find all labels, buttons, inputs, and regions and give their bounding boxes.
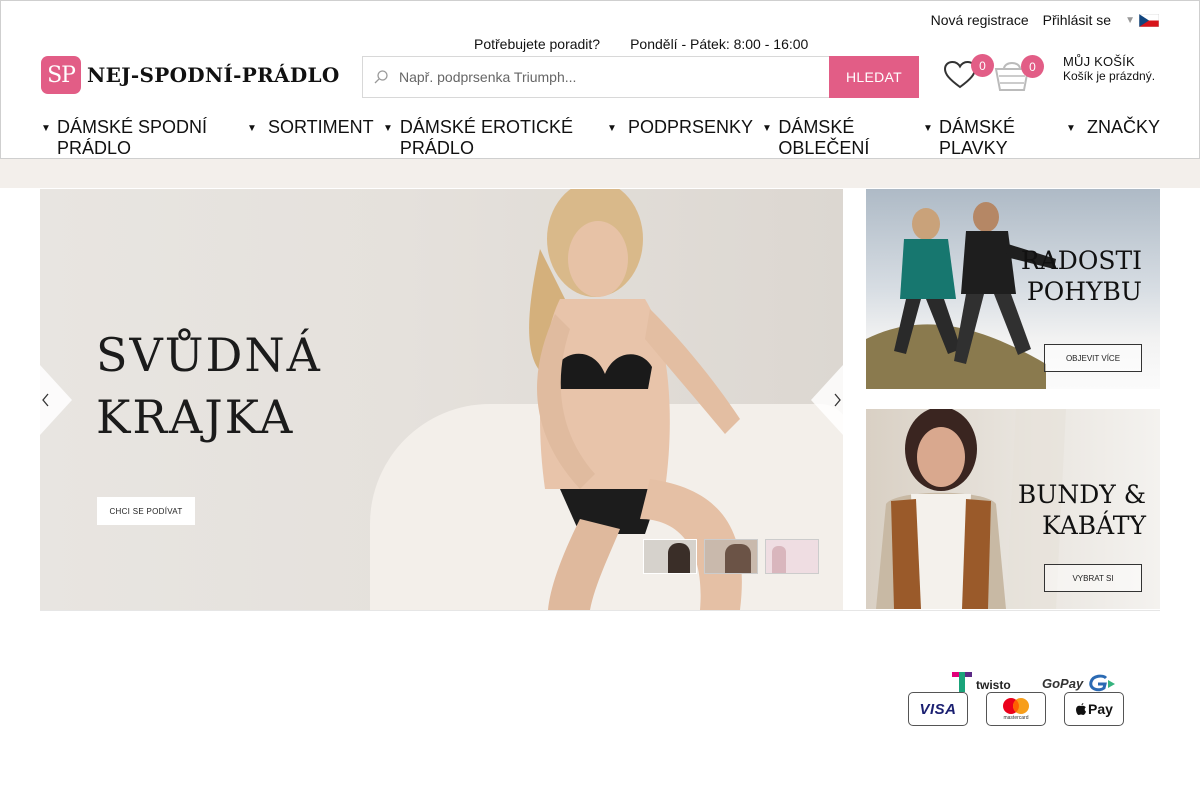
chevron-down-icon: ▼ <box>607 123 617 134</box>
nav-item-damske-obleceni[interactable]: ▼ DÁMSKÉ OBLEČENÍ <box>762 117 912 159</box>
nav-label: ZNAČKY <box>1087 117 1161 137</box>
search-button[interactable]: HLEDAT <box>829 56 919 98</box>
cart-status: Košík je prázdný. <box>1063 69 1156 83</box>
content-divider <box>40 610 1160 611</box>
chevron-right-icon <box>811 365 843 435</box>
search-bar: HLEDAT <box>362 56 919 98</box>
slider-prev-button[interactable] <box>40 365 72 435</box>
top-links: Nová registrace Přihlásit se ▼ <box>917 12 1159 28</box>
twisto-logo: twisto <box>952 672 1011 692</box>
hero-title-line1: SVŮDNÁ <box>96 328 322 382</box>
twisto-icon <box>952 672 972 692</box>
promo-banner-sport[interactable]: RADOSTI POHYBU OBJEVIT VÍCE <box>866 189 1160 389</box>
payment-methods: twisto GoPay VISA mastercard Pay <box>905 670 1130 730</box>
site-header: Nová registrace Přihlásit se ▼ Potřebuje… <box>0 0 1200 159</box>
hero-cta-button[interactable]: CHCI SE PODÍVAT <box>97 497 195 525</box>
gopay-g-icon <box>1089 674 1116 692</box>
wishlist-button[interactable]: 0 <box>943 54 994 91</box>
promo-banner-jackets[interactable]: BUNDY & KABÁTY VYBRAT SI <box>866 409 1160 609</box>
promo-title: RADOSTI POHYBU <box>1021 245 1142 307</box>
nav-label: DÁMSKÉ EROTICKÉ PRÁDLO <box>399 117 573 158</box>
nav-label: DÁMSKÉ PLAVKY <box>938 117 1016 158</box>
mastercard-icon <box>1003 698 1029 714</box>
cart-button[interactable]: 0 <box>993 55 1044 93</box>
opening-hours: Pondělí - Pátek: 8:00 - 16:00 <box>630 36 809 52</box>
promo-button[interactable]: OBJEVIT VÍCE <box>1044 344 1142 372</box>
slider-thumb-1[interactable] <box>643 539 697 574</box>
wishlist-count-badge: 0 <box>971 54 994 77</box>
promo-title: BUNDY & KABÁTY <box>1018 479 1146 541</box>
cart-summary[interactable]: MŮJ KOŠÍK Košík je prázdný. <box>1063 54 1155 84</box>
promo-title-line2: POHYBU <box>1026 277 1142 306</box>
gopay-logo: GoPay <box>1042 674 1116 692</box>
nav-item-damske-plavky[interactable]: ▼ DÁMSKÉ PLAVKY <box>923 117 1053 159</box>
help-bar: Potřebujete poradit? Pondělí - Pátek: 8:… <box>474 36 808 52</box>
gopay-text: GoPay <box>1042 675 1084 691</box>
mastercard-text: mastercard <box>1003 715 1029 721</box>
nav-label: PODPRSENKY <box>628 117 754 137</box>
chevron-down-icon: ▼ <box>41 123 51 134</box>
slider-thumb-2[interactable] <box>704 539 758 574</box>
search-icon <box>363 57 399 97</box>
promo-title-line1: BUNDY & <box>1017 480 1146 509</box>
applepay-badge: Pay <box>1064 692 1124 726</box>
main-navigation: ▼ DÁMSKÉ SPODNÍ PRÁDLO ▼ SORTIMENT ▼ DÁM… <box>41 117 1166 159</box>
chevron-down-icon: ▼ <box>923 123 933 134</box>
nav-item-podprsenky[interactable]: ▼ PODPRSENKY <box>607 117 753 138</box>
slider-thumbnails <box>643 539 826 574</box>
site-logo[interactable]: SP NEJ-SPODNÍ-PRÁDLO <box>41 56 340 94</box>
help-question[interactable]: Potřebujete poradit? <box>474 36 600 52</box>
twisto-text: twisto <box>976 678 1011 692</box>
chevron-left-icon <box>40 365 72 435</box>
apple-icon <box>1076 703 1087 715</box>
visa-text: VISA <box>919 700 957 718</box>
mastercard-badge: mastercard <box>986 692 1046 726</box>
nav-label: DÁMSKÉ SPODNÍ PRÁDLO <box>56 117 207 158</box>
applepay-text: Pay <box>1088 701 1113 717</box>
login-link[interactable]: Přihlásit se <box>1043 12 1111 28</box>
slider-thumb-3[interactable] <box>765 539 819 574</box>
hero-title: SVŮDNÁ KRAJKA <box>96 324 322 448</box>
nav-label: DÁMSKÉ OBLEČENÍ <box>778 117 870 158</box>
nav-item-znacky[interactable]: ▼ ZNAČKY <box>1066 117 1160 138</box>
nav-item-sortiment[interactable]: ▼ SORTIMENT <box>247 117 374 138</box>
logo-text: NEJ-SPODNÍ-PRÁDLO <box>87 63 340 87</box>
logo-badge: SP <box>41 56 81 94</box>
visa-badge: VISA <box>908 692 968 726</box>
nav-item-damske-eroticke-pradlo[interactable]: ▼ DÁMSKÉ EROTICKÉ PRÁDLO <box>383 117 603 159</box>
chevron-down-icon: ▼ <box>1066 123 1076 134</box>
nav-label: SORTIMENT <box>268 117 374 137</box>
slider-next-button[interactable] <box>811 365 843 435</box>
hero-title-line2: KRAJKA <box>96 390 295 444</box>
cart-count-badge: 0 <box>1021 55 1044 78</box>
promo-button[interactable]: VYBRAT SI <box>1044 564 1142 592</box>
hero-slider[interactable]: SVŮDNÁ KRAJKA CHCI SE PODÍVAT <box>40 189 843 610</box>
chevron-down-icon: ▼ <box>762 123 772 134</box>
promo-title-line2: KABÁTY <box>1042 511 1146 540</box>
nav-item-damske-spodni-pradlo[interactable]: ▼ DÁMSKÉ SPODNÍ PRÁDLO <box>41 117 231 159</box>
info-strip <box>0 159 1200 188</box>
language-caret-icon[interactable]: ▼ <box>1125 15 1135 26</box>
chevron-down-icon: ▼ <box>383 123 393 134</box>
czech-flag-icon[interactable] <box>1139 13 1159 27</box>
search-input[interactable] <box>399 57 829 97</box>
chevron-down-icon: ▼ <box>247 123 257 134</box>
promo-title-line1: RADOSTI <box>1020 246 1142 275</box>
register-link[interactable]: Nová registrace <box>931 12 1029 28</box>
cart-title: MŮJ KOŠÍK <box>1063 54 1135 69</box>
